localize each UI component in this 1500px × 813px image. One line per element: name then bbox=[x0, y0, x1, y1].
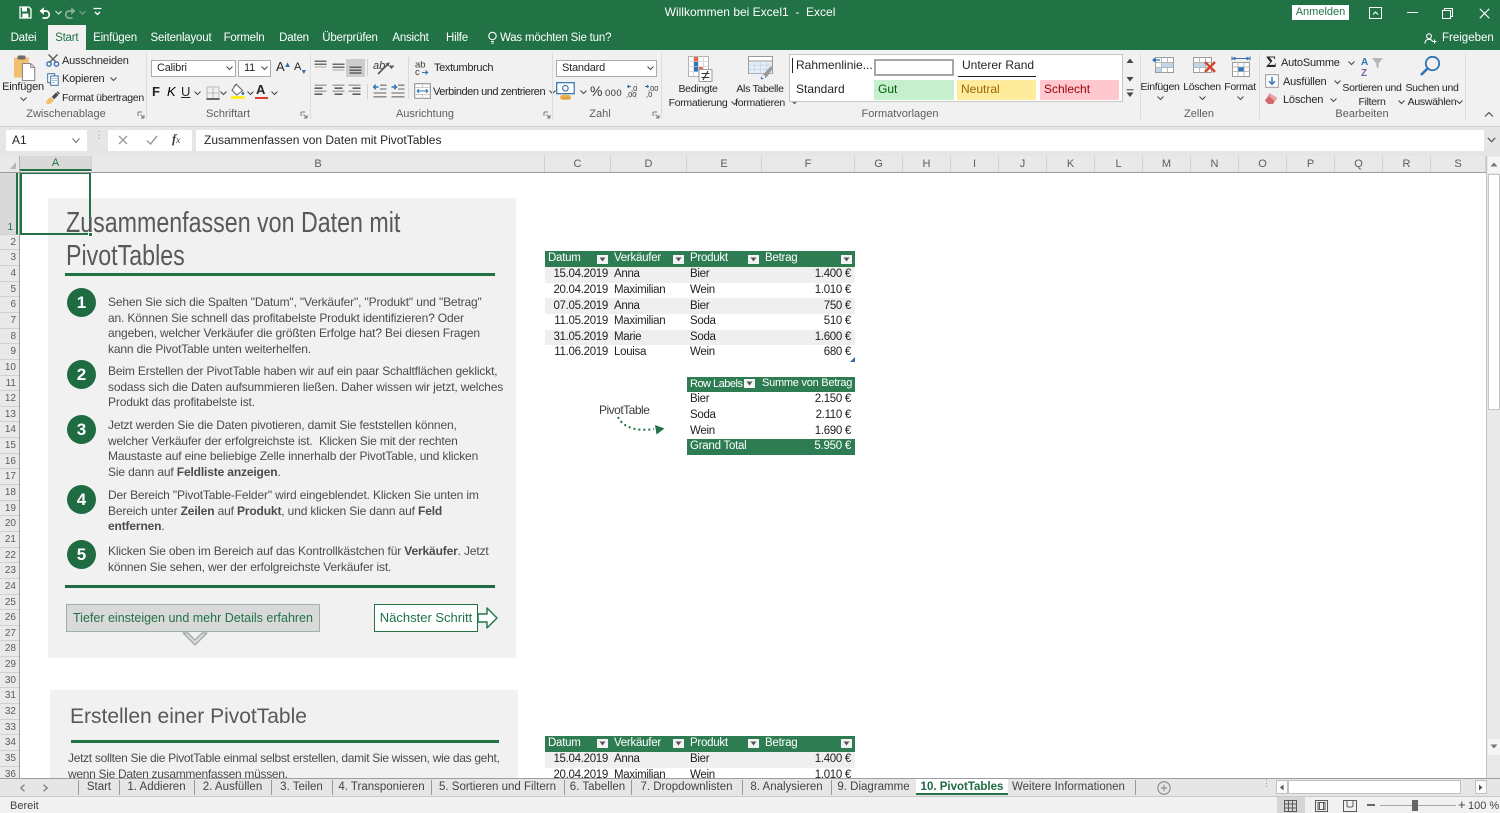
svg-text:,0: ,0 bbox=[646, 90, 652, 98]
svg-text:ab: ab bbox=[373, 60, 385, 72]
svg-text:A: A bbox=[1361, 57, 1368, 68]
svg-text:c: c bbox=[415, 67, 420, 76]
svg-text:,00: ,00 bbox=[626, 90, 636, 98]
svg-text:Z: Z bbox=[1361, 68, 1367, 77]
